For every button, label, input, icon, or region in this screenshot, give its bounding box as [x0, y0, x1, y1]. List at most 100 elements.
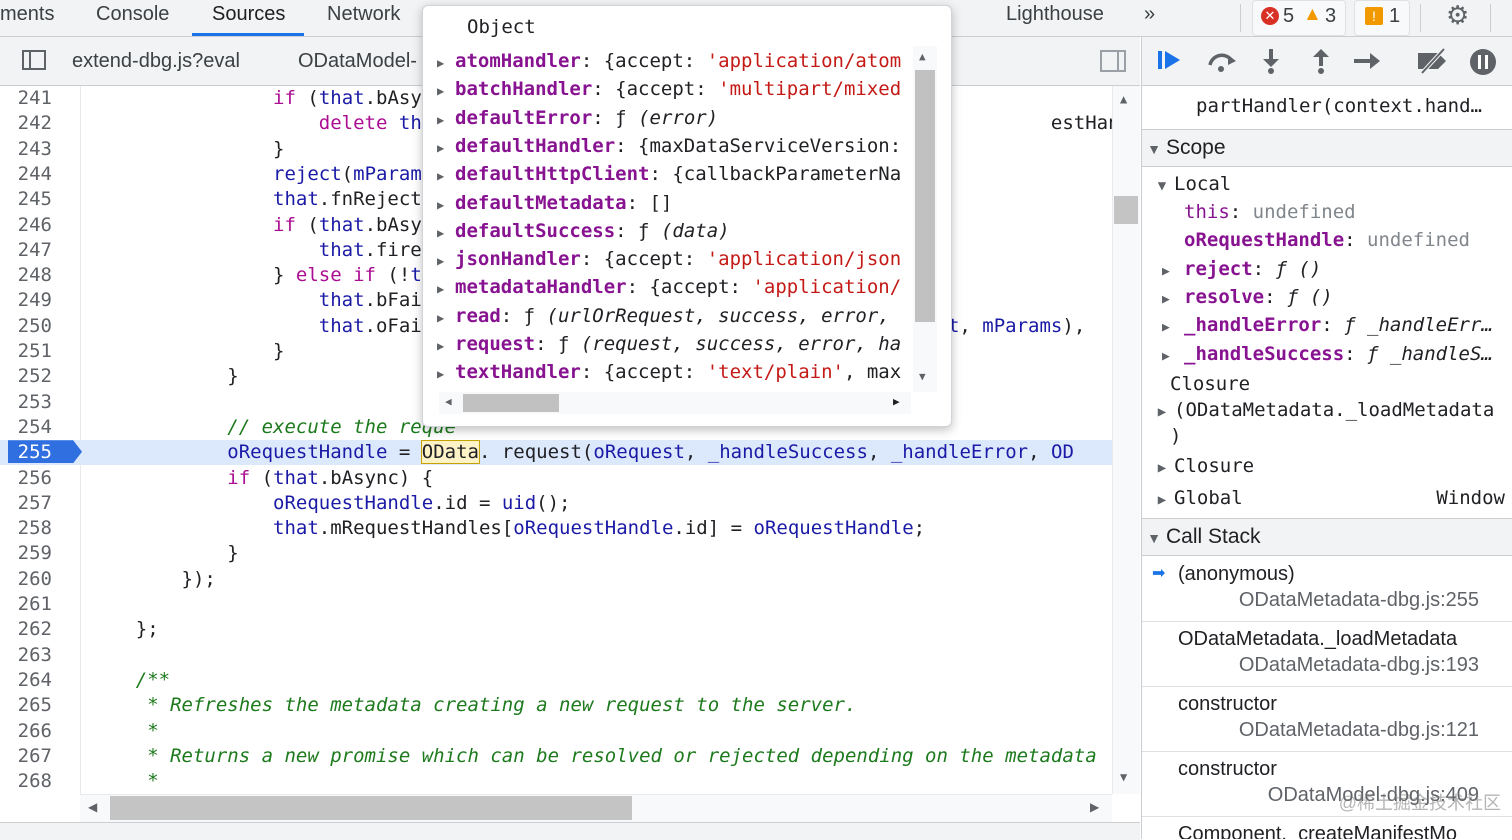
- code-line[interactable]: 266 *: [0, 719, 1112, 744]
- expand-triangle-icon[interactable]: ▶: [1162, 349, 1184, 364]
- object-property-row[interactable]: ▶ read: ƒ (urlOrRequest, success, error,: [437, 305, 917, 333]
- line-number[interactable]: 256: [0, 466, 52, 491]
- line-number[interactable]: 261: [0, 592, 52, 617]
- object-property-row[interactable]: ▶ atomHandler: {accept: 'application/atom: [437, 50, 917, 78]
- line-number[interactable]: 254: [0, 415, 52, 440]
- frame-location-link[interactable]: ODataMetadata-dbg.js:121: [1239, 719, 1479, 742]
- scope-variable[interactable]: this: undefined: [1162, 201, 1502, 229]
- line-number[interactable]: 253: [0, 390, 52, 415]
- scroll-up-icon[interactable]: ▲: [1120, 92, 1127, 106]
- popover-scroll-thumb[interactable]: [915, 70, 935, 322]
- line-number[interactable]: 265: [0, 693, 52, 718]
- step-into-icon[interactable]: [1256, 47, 1286, 75]
- code-line[interactable]: 261: [0, 592, 1112, 617]
- code-line[interactable]: 260 });: [0, 567, 1112, 592]
- scroll-up-icon[interactable]: ▲: [919, 50, 926, 63]
- expand-triangle-icon[interactable]: ▶: [437, 169, 455, 183]
- frame-location-link[interactable]: ODataMetadata-dbg.js:255: [1239, 589, 1479, 612]
- step-icon[interactable]: [1352, 47, 1382, 75]
- code-line[interactable]: 263: [0, 643, 1112, 668]
- object-property-row[interactable]: ▶ defaultMetadata: []: [437, 192, 917, 220]
- line-number[interactable]: 245: [0, 187, 52, 212]
- expand-triangle-icon[interactable]: ▶: [437, 198, 455, 212]
- expand-triangle-icon[interactable]: ▶: [437, 367, 455, 381]
- code-line[interactable]: 264 /**: [0, 668, 1112, 693]
- file-tab[interactable]: ODataModel-: [298, 50, 417, 73]
- object-property-row[interactable]: ▶ batchHandler: {accept: 'multipart/mixed: [437, 78, 917, 106]
- scroll-left-icon[interactable]: ◀: [445, 395, 452, 408]
- line-number[interactable]: 250: [0, 314, 52, 339]
- call-frame-partial[interactable]: partHandler(context.hand…: [1196, 95, 1482, 117]
- object-property-row[interactable]: ▶ textHandler: {accept: 'text/plain', max: [437, 361, 917, 389]
- code-line[interactable]: 258 that.mRequestHandles[oRequestHandle.…: [0, 516, 1112, 541]
- code-line[interactable]: 268 *: [0, 769, 1112, 794]
- step-over-icon[interactable]: [1206, 47, 1236, 75]
- closure-scope[interactable]: ▶ (ODataMetadata._loadMetadata: [1150, 399, 1495, 427]
- code-line[interactable]: 256 if (that.bAsync) {: [0, 466, 1112, 491]
- code-line[interactable]: 255 oRequestHandle = OData. request(oReq…: [0, 440, 1112, 466]
- line-number[interactable]: 248: [0, 263, 52, 288]
- tab-elements[interactable]: ments: [0, 3, 54, 26]
- toggle-navigator-icon[interactable]: [22, 50, 46, 70]
- code-line[interactable]: 265 * Refreshes the metadata creating a …: [0, 693, 1112, 718]
- tab-console[interactable]: Console: [96, 3, 169, 26]
- step-out-icon[interactable]: [1306, 47, 1336, 75]
- scroll-down-icon[interactable]: ▼: [1120, 770, 1127, 784]
- scope-variable[interactable]: ▶ resolve: ƒ (): [1162, 286, 1502, 314]
- line-number[interactable]: 249: [0, 288, 52, 313]
- line-number[interactable]: 251: [0, 339, 52, 364]
- popover-horizontal-thumb[interactable]: [463, 394, 559, 412]
- scope-variable[interactable]: ▶ _handleError: ƒ _handleErr…: [1162, 314, 1502, 342]
- line-number[interactable]: 258: [0, 516, 52, 541]
- scroll-down-icon[interactable]: ▼: [919, 370, 926, 383]
- line-number[interactable]: 263: [0, 643, 52, 668]
- expand-triangle-icon[interactable]: ▶: [1162, 264, 1184, 279]
- toggle-debugger-icon[interactable]: [1100, 50, 1126, 72]
- line-number[interactable]: 244: [0, 162, 52, 187]
- tab-sources[interactable]: Sources: [212, 3, 285, 26]
- object-property-row[interactable]: ▶ jsonHandler: {accept: 'application/json: [437, 248, 917, 276]
- scope-section-header[interactable]: ▼ Scope: [1142, 129, 1512, 167]
- tab-lighthouse[interactable]: Lighthouse: [1006, 3, 1104, 26]
- call-stack-frame[interactable]: ODataMetadata._loadMetadata ODataMetadata…: [1142, 622, 1512, 687]
- deactivate-breakpoints-icon[interactable]: [1416, 47, 1446, 75]
- call-stack-frame[interactable]: constructor ODataMetadata-dbg.js:121: [1142, 687, 1512, 752]
- issues-counter[interactable]: ✕ 5 ▲ 3: [1252, 0, 1346, 36]
- code-line[interactable]: 259 }: [0, 541, 1112, 566]
- object-property-row[interactable]: ▶ request: ƒ (request, success, error, ha: [437, 333, 917, 361]
- line-number[interactable]: 246: [0, 213, 52, 238]
- line-number[interactable]: 243: [0, 137, 52, 162]
- expand-triangle-icon[interactable]: ▶: [437, 141, 455, 155]
- line-number[interactable]: 247: [0, 238, 52, 263]
- call-stack-frame[interactable]: Component._createManifestMo: [1142, 817, 1512, 839]
- expand-triangle-icon[interactable]: ▶: [437, 113, 455, 127]
- scope-variable[interactable]: oRequestHandle: undefined: [1162, 229, 1502, 257]
- scope-variable[interactable]: ▶ reject: ƒ (): [1162, 258, 1502, 286]
- call-stack-frame[interactable]: ➡ (anonymous) ODataMetadata-dbg.js:255: [1142, 557, 1512, 622]
- expand-triangle-icon[interactable]: ▶: [437, 282, 455, 296]
- line-number[interactable]: 241: [0, 86, 52, 111]
- line-number[interactable]: 267: [0, 744, 52, 769]
- issues-badge[interactable]: ! 1: [1354, 0, 1410, 36]
- object-property-row[interactable]: ▶ defaultHttpClient: {callbackParameterNa: [437, 163, 917, 191]
- object-property-row[interactable]: ▶ metadataHandler: {accept: 'application/: [437, 276, 917, 304]
- expand-triangle-icon[interactable]: ▶: [437, 226, 455, 240]
- expand-triangle-icon[interactable]: ▶: [437, 56, 455, 70]
- more-tabs-button[interactable]: »: [1144, 3, 1155, 26]
- closure-scope-2[interactable]: ▶ Closure: [1150, 455, 1254, 483]
- pause-on-exceptions-icon[interactable]: [1468, 47, 1498, 75]
- object-property-row[interactable]: ▶ defaultHandler: {maxDataServiceVersion:: [437, 135, 917, 163]
- line-number[interactable]: 255: [0, 440, 52, 465]
- line-number[interactable]: 262: [0, 617, 52, 642]
- expand-triangle-icon[interactable]: ▶: [1162, 320, 1184, 335]
- line-number[interactable]: 242: [0, 111, 52, 136]
- scroll-left-icon[interactable]: ◀: [88, 800, 97, 814]
- expand-triangle-icon[interactable]: ▶: [437, 254, 455, 268]
- object-preview-popover[interactable]: Object ▶ atomHandler: {accept: 'applicati…: [422, 5, 952, 427]
- expand-triangle-icon[interactable]: ▶: [437, 84, 455, 98]
- horizontal-scroll-thumb[interactable]: [110, 796, 632, 820]
- line-number[interactable]: 266: [0, 719, 52, 744]
- resume-icon[interactable]: [1156, 47, 1186, 75]
- line-number[interactable]: 260: [0, 567, 52, 592]
- object-property-row[interactable]: ▶ defaultError: ƒ (error): [437, 107, 917, 135]
